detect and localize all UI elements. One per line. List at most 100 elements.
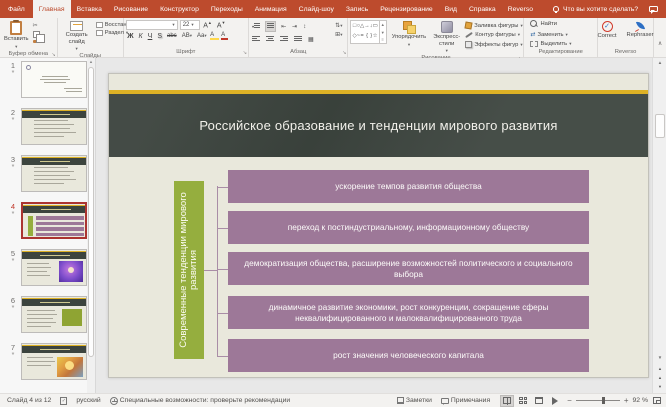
animation-star-icon[interactable]: * <box>12 354 15 358</box>
trend-box-3[interactable]: демократизация общества, расширение возм… <box>228 252 589 285</box>
cut-button[interactable]: ✂ <box>33 22 41 29</box>
slide-title-band[interactable]: Российское образование и тенденции миров… <box>109 94 648 157</box>
line-spacing-button[interactable]: ↕ <box>302 24 307 30</box>
font-color-button[interactable]: А <box>221 32 228 40</box>
numbering-button[interactable] <box>265 21 276 32</box>
quick-styles-button[interactable]: Экспресс-стили▾ <box>431 20 462 54</box>
fit-slide-to-window-button[interactable] <box>653 397 661 404</box>
slide-thumbnail-2[interactable]: 2* <box>0 108 88 145</box>
tab-запись[interactable]: Запись <box>340 0 374 18</box>
slideshow-button[interactable] <box>548 395 562 407</box>
select-button[interactable]: Выделить▾ <box>530 41 571 47</box>
paragraph-dialog-launcher[interactable]: ↘ <box>342 51 346 56</box>
zoom-slider-knob[interactable] <box>602 397 605 404</box>
scroll-down-icon[interactable]: ▼ <box>653 353 666 363</box>
language-indicator[interactable]: русский <box>76 397 100 404</box>
highlight-color-button[interactable]: А <box>210 32 219 40</box>
shapes-gallery-scroll[interactable]: ▲▼≡ <box>379 21 386 43</box>
increase-indent-button[interactable]: ⇥ <box>291 23 298 30</box>
shape-glyph-icon[interactable]: ☆ <box>373 34 378 40</box>
font-name-combo[interactable]: ▾ <box>126 20 178 30</box>
tab-вид[interactable]: Вид <box>439 0 463 18</box>
find-button[interactable]: Найти <box>530 20 557 28</box>
character-spacing-button[interactable]: АВ▾ <box>180 33 193 39</box>
animation-star-icon[interactable]: * <box>12 260 15 264</box>
correct-button[interactable]: ✓ Correct <box>596 20 619 41</box>
tab-вставка[interactable]: Вставка <box>71 0 108 18</box>
tab-file[interactable]: Файл <box>0 0 33 18</box>
trend-box-4[interactable]: динамичное развитие экономики, рост конк… <box>228 296 589 329</box>
tab-слайд-шоу[interactable]: Слайд-шоу <box>293 0 340 18</box>
align-text-button[interactable]: ⊞▾ <box>334 31 343 38</box>
italic-button[interactable]: К <box>137 33 144 40</box>
shape-glyph-icon[interactable]: ~ <box>357 34 360 40</box>
shapes-gallery[interactable]: □○△→↓▭◇~={}☆ ▲▼≡ <box>350 20 386 44</box>
scrollbar-thumb[interactable] <box>88 67 94 357</box>
zoom-level[interactable]: 92 % <box>633 397 649 404</box>
align-center-button[interactable] <box>265 35 275 44</box>
animation-star-icon[interactable]: * <box>12 119 15 123</box>
normal-view-button[interactable] <box>500 395 514 407</box>
thumbnail-scrollbar[interactable]: ▲ <box>87 58 95 393</box>
slide-title[interactable]: Российское образование и тенденции миров… <box>199 118 557 133</box>
trend-box-5[interactable]: рост значения человеческого капитала <box>228 339 589 372</box>
columns-button[interactable]: ▦ <box>307 36 315 43</box>
animation-star-icon[interactable]: * <box>12 213 15 217</box>
replace-button[interactable]: ⇄Заменить▾ <box>530 31 567 38</box>
shape-glyph-icon[interactable]: = <box>361 34 364 40</box>
slide-thumbnail-6[interactable]: 6* <box>0 296 88 333</box>
slide-thumbnail-1[interactable]: 1* <box>0 61 88 98</box>
animation-star-icon[interactable]: * <box>12 307 15 311</box>
comments-button[interactable]: Примечания <box>441 397 490 404</box>
trend-box-2[interactable]: переход к постиндустриальному, информаци… <box>228 211 589 244</box>
comments-icon[interactable] <box>649 6 658 12</box>
shape-effects-button[interactable]: Эффекты фигур▾ <box>465 41 523 48</box>
tab-переходы[interactable]: Переходы <box>205 0 249 18</box>
strikethrough-button[interactable]: abc <box>166 33 179 39</box>
tab-главная[interactable]: Главная <box>33 0 71 18</box>
rephraser-button[interactable]: Rephraser <box>625 20 656 40</box>
shape-glyph-icon[interactable]: ▭ <box>373 24 378 30</box>
paste-button[interactable]: Вставить▾ <box>2 20 31 50</box>
grow-font-button[interactable]: А▲ <box>202 20 214 29</box>
next-slide-button[interactable]: ▼▼ <box>653 382 666 391</box>
accessibility-status[interactable]: Специальные возможности: проверьте реком… <box>110 397 290 405</box>
text-shadow-button[interactable]: S <box>156 33 164 40</box>
slide-sorter-view-button[interactable] <box>516 395 530 407</box>
previous-slide-button[interactable]: ▲▲ <box>653 364 666 373</box>
bold-button[interactable]: Ж <box>126 33 135 40</box>
change-case-button[interactable]: Аа▾ <box>195 33 208 39</box>
shape-glyph-icon[interactable]: { <box>366 34 368 40</box>
align-left-button[interactable] <box>251 35 261 44</box>
slide-thumbnail-3[interactable]: 3* <box>0 155 88 192</box>
zoom-in-icon[interactable]: + <box>624 397 629 405</box>
copy-button[interactable] <box>33 31 40 38</box>
tell-me-box[interactable]: Что вы хотите сделать? <box>553 0 638 18</box>
tab-рецензирование[interactable]: Рецензирование <box>374 0 438 18</box>
tab-анимация[interactable]: Анимация <box>249 0 293 18</box>
new-slide-button[interactable]: Создать слайд▾ <box>60 20 94 52</box>
animation-star-icon[interactable]: * <box>12 72 15 76</box>
scroll-up-icon[interactable]: ▲ <box>87 58 95 66</box>
bullets-button[interactable]: • <box>251 22 261 31</box>
collapse-ribbon-button[interactable]: ∧ <box>654 18 666 57</box>
underline-button[interactable]: Ч <box>146 33 154 40</box>
arrange-button[interactable]: Упорядочить▾ <box>390 20 429 48</box>
slide-thumbnail-5[interactable]: 5* <box>0 249 88 286</box>
align-right-button[interactable] <box>279 35 289 44</box>
decrease-indent-button[interactable]: ⇤ <box>280 23 287 30</box>
tab-reverso[interactable]: Reverso <box>502 0 539 18</box>
shape-fill-button[interactable]: Заливка фигуры▾ <box>465 22 523 29</box>
vertical-scrollbar[interactable]: ▲ ▼ ▲▲ ▼▼ <box>652 58 666 393</box>
scroll-up-icon[interactable]: ▲ <box>653 58 666 68</box>
slide-editor[interactable]: Российское образование и тенденции миров… <box>108 73 649 378</box>
font-size-combo[interactable]: 22▾ <box>180 20 200 30</box>
spellcheck-icon[interactable]: ✓ <box>60 397 67 405</box>
slide-thumbnail-7[interactable]: 7* <box>0 343 88 380</box>
tab-рисование[interactable]: Рисование <box>108 0 154 18</box>
animation-star-icon[interactable]: * <box>12 166 15 170</box>
shape-outline-button[interactable]: Контур фигуры▾ <box>465 32 523 38</box>
slide-thumbnail-4[interactable]: 4* <box>0 202 88 239</box>
text-direction-button[interactable]: ⇅▾ <box>334 22 343 29</box>
notes-button[interactable]: Заметки <box>397 397 432 404</box>
